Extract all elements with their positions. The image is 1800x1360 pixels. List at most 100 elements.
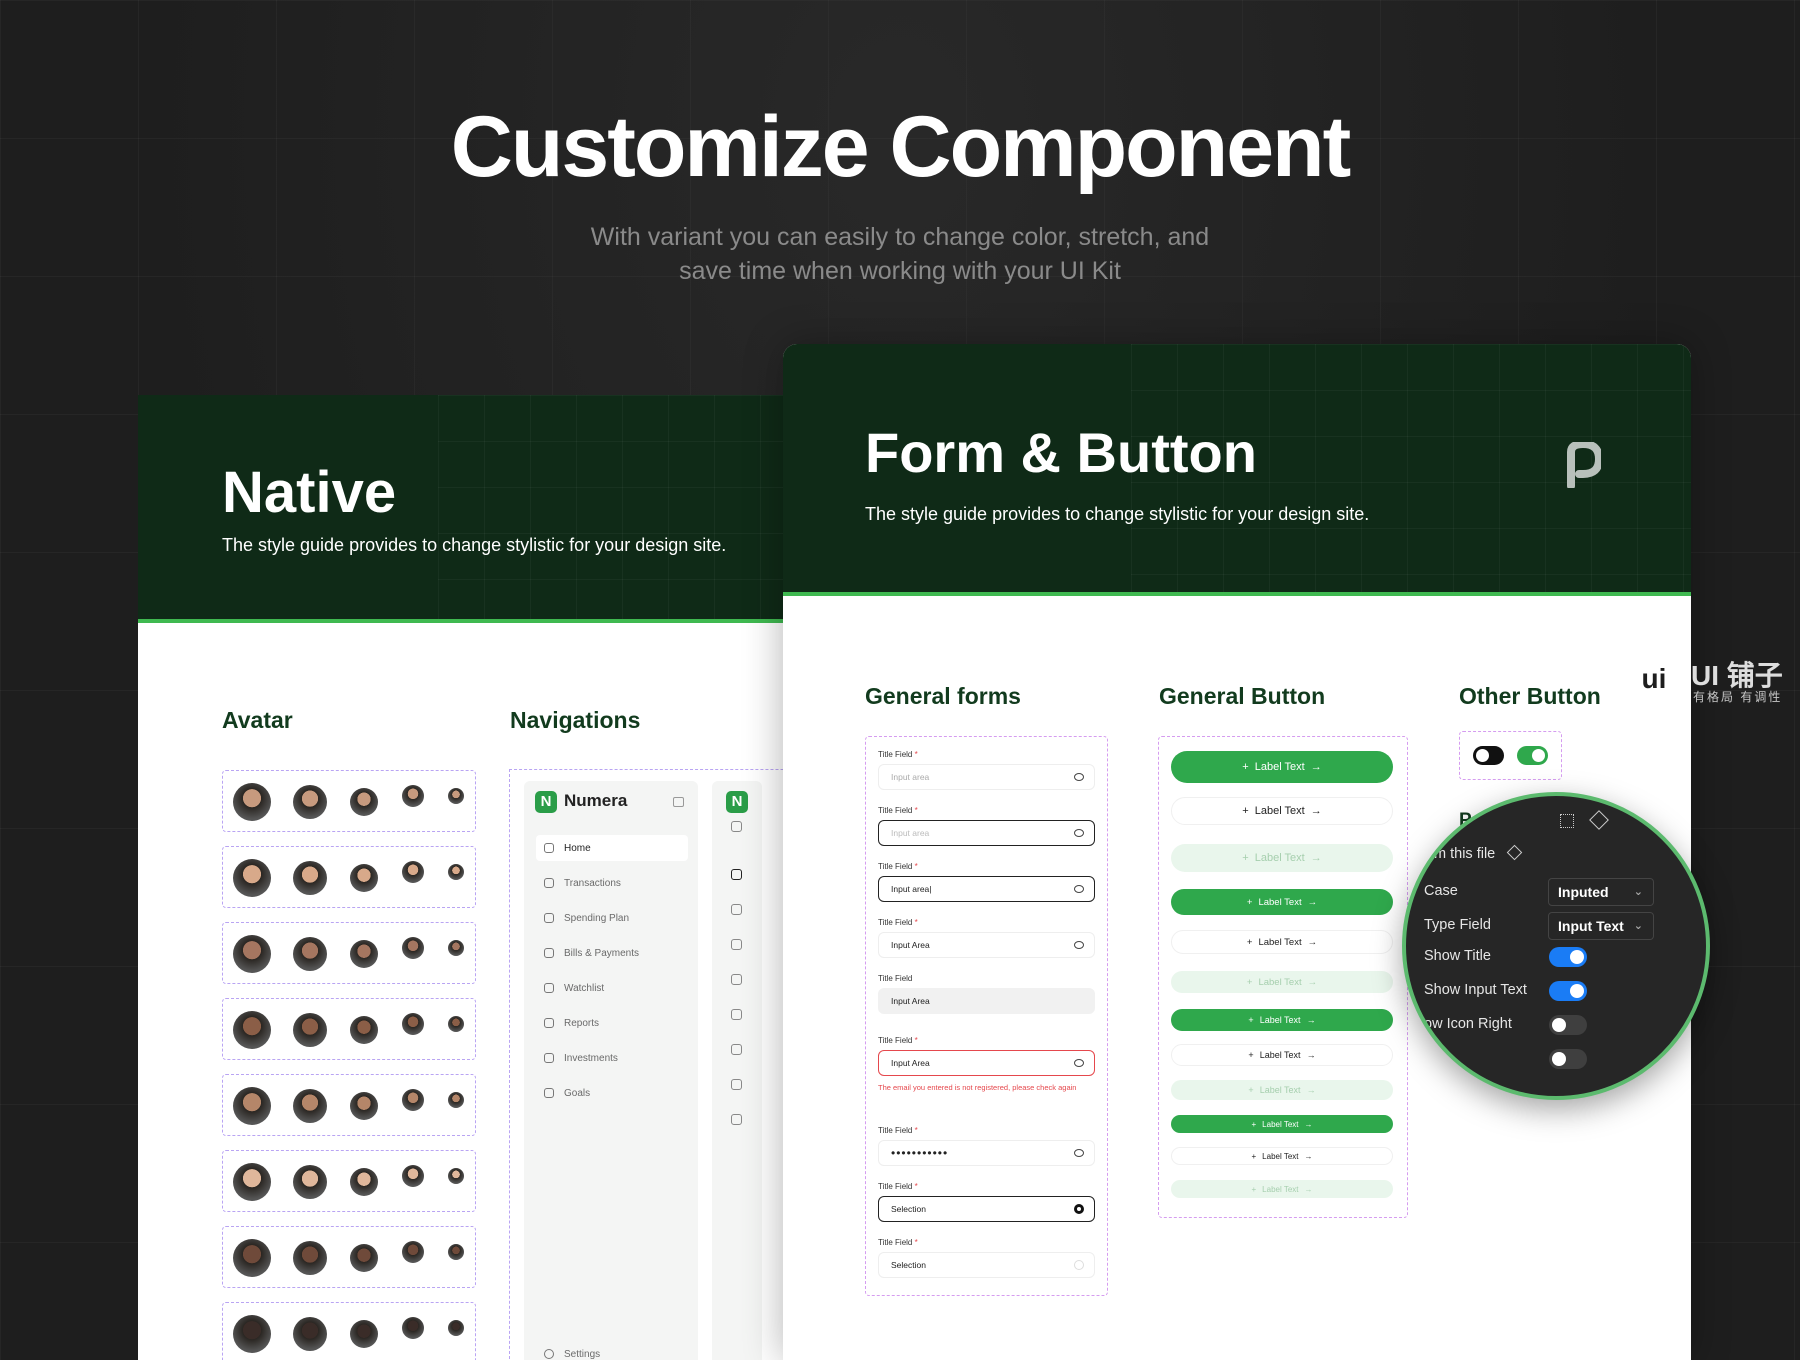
toggle-on[interactable] — [1517, 746, 1548, 765]
mini-nav-icon[interactable] — [731, 904, 742, 915]
sidebar-item-label: Watchlist — [564, 982, 605, 994]
arrow-right-icon: → — [1304, 1119, 1313, 1129]
native-card: Native The style guide provides to chang… — [138, 395, 858, 1360]
property-label: Case — [1424, 883, 1458, 899]
hero-subtitle-line-1: With variant you can easily to change co… — [590, 223, 1210, 251]
sidebar-item-label: Home — [564, 842, 591, 854]
field-value: Input area — [891, 772, 930, 782]
collapse-icon[interactable] — [673, 797, 684, 807]
sidebar-item-transactions[interactable]: Transactions — [536, 870, 688, 896]
avatar — [350, 1092, 378, 1120]
button-label: Label Text — [1254, 852, 1305, 864]
label-button-solid[interactable]: + Label Text → — [1171, 889, 1393, 915]
input-field[interactable]: ••••••••••• — [878, 1140, 1095, 1166]
required-marker: * — [912, 862, 918, 871]
toggle-off[interactable] — [1473, 746, 1504, 765]
avatar-section-title: Avatar — [222, 707, 293, 733]
sidebar-item-settings[interactable]: Settings — [536, 1341, 688, 1360]
nav-icon — [544, 948, 554, 958]
form-description: The style guide provides to change styli… — [865, 504, 1370, 524]
eye-off-icon[interactable] — [1074, 1059, 1084, 1067]
sidebar-item-spending-plan[interactable]: Spending Plan — [536, 905, 688, 931]
select-value: Inputed — [1558, 884, 1609, 900]
avatar — [293, 1013, 327, 1047]
eye-off-icon[interactable] — [1074, 829, 1084, 837]
label-button-outline[interactable]: + Label Text → — [1171, 1044, 1393, 1066]
avatar — [293, 937, 327, 971]
selection-field[interactable]: Selection — [878, 1252, 1095, 1278]
sidebar-item-investments[interactable]: Investments — [536, 1045, 688, 1071]
plus-icon: + — [1242, 805, 1249, 817]
mini-nav-icon[interactable] — [731, 974, 742, 985]
label-button-soft[interactable]: + Label Text → — [1171, 1080, 1393, 1100]
required-marker: * — [912, 1238, 918, 1247]
sidebar-item-watchlist[interactable]: Watchlist — [536, 975, 688, 1001]
sidebar-item-reports[interactable]: Reports — [536, 1010, 688, 1036]
mini-nav-icon[interactable] — [731, 1009, 742, 1020]
field-value: Selection — [891, 1260, 926, 1270]
watermark-subtext: 有格局 有调性 — [1693, 690, 1783, 704]
input-field[interactable]: Input area| — [878, 876, 1095, 902]
plus-icon: + — [1242, 852, 1249, 864]
avatar — [233, 1011, 271, 1049]
label-button-solid[interactable]: + Label Text → — [1171, 751, 1393, 783]
button-label: Label Text — [1259, 1015, 1301, 1025]
label-button-soft[interactable]: + Label Text → — [1171, 844, 1393, 872]
label-button-solid[interactable]: + Label Text → — [1171, 1115, 1393, 1133]
plus-icon: + — [1248, 1050, 1254, 1060]
native-card-header: Native The style guide provides to chang… — [138, 395, 858, 623]
sidebar-item-bills-payments[interactable]: Bills & Payments — [536, 940, 688, 966]
arrow-right-icon: → — [1306, 1015, 1316, 1025]
grid-icon[interactable] — [1560, 814, 1574, 828]
input-field[interactable]: Input area — [878, 820, 1095, 846]
file-link-text[interactable]: m this file — [1434, 844, 1523, 862]
label-button-soft[interactable]: + Label Text → — [1171, 1180, 1393, 1198]
expand-icon[interactable] — [731, 821, 742, 832]
sidebar-item-label: Goals — [564, 1087, 591, 1099]
property-select[interactable]: Inputed ⌄ — [1548, 878, 1654, 906]
avatar-row — [222, 1074, 476, 1136]
property-toggle[interactable] — [1549, 981, 1587, 1001]
avatar — [233, 935, 271, 973]
input-field[interactable]: Input Area — [878, 988, 1095, 1014]
mini-nav-icon[interactable] — [731, 939, 742, 950]
input-field[interactable]: Input Area — [878, 932, 1095, 958]
input-field[interactable]: Input area — [878, 764, 1095, 790]
radio-icon[interactable] — [1074, 1204, 1084, 1214]
property-select[interactable]: Input Text ⌄ — [1548, 912, 1654, 940]
property-toggle[interactable] — [1549, 1049, 1587, 1069]
input-field[interactable]: Input Area — [878, 1050, 1095, 1076]
sidebar-item-label: Spending Plan — [564, 912, 630, 924]
eye-off-icon[interactable] — [1074, 773, 1084, 781]
property-toggle[interactable] — [1549, 947, 1587, 967]
file-link-label: m this file — [1434, 846, 1496, 862]
avatar — [448, 1168, 464, 1184]
label-button-outline[interactable]: + Label Text → — [1171, 797, 1393, 825]
property-toggle[interactable] — [1549, 1015, 1587, 1035]
nav-icon — [544, 843, 554, 853]
eye-off-icon[interactable] — [1074, 1149, 1084, 1157]
eye-off-icon[interactable] — [1074, 941, 1084, 949]
mini-nav-icon[interactable] — [731, 1079, 742, 1090]
arrow-right-icon: → — [1310, 852, 1322, 864]
sidebar-item-goals[interactable]: Goals — [536, 1080, 688, 1106]
label-button-outline[interactable]: + Label Text → — [1171, 1147, 1393, 1165]
mini-nav-icon[interactable] — [731, 1114, 742, 1125]
label-button-soft[interactable]: + Label Text → — [1171, 971, 1393, 993]
avatar — [402, 785, 424, 807]
required-marker: * — [912, 750, 918, 759]
mini-nav-icon[interactable] — [731, 1044, 742, 1055]
label-button-solid[interactable]: + Label Text → — [1171, 1009, 1393, 1031]
arrow-right-icon: → — [1307, 936, 1318, 948]
label-button-outline[interactable]: + Label Text → — [1171, 930, 1393, 954]
numera-logo: N — [535, 791, 557, 813]
sidebar-item-home[interactable]: Home — [536, 835, 688, 861]
avatar — [233, 1087, 271, 1125]
eye-off-icon[interactable] — [1074, 885, 1084, 893]
component-icon[interactable] — [1589, 810, 1609, 830]
radio-icon[interactable] — [1074, 1260, 1084, 1270]
sidebar-item-label: Bills & Payments — [564, 947, 640, 959]
mini-nav-icon[interactable] — [731, 869, 742, 880]
brand-name: Numera — [564, 791, 628, 810]
selection-field[interactable]: Selection — [878, 1196, 1095, 1222]
